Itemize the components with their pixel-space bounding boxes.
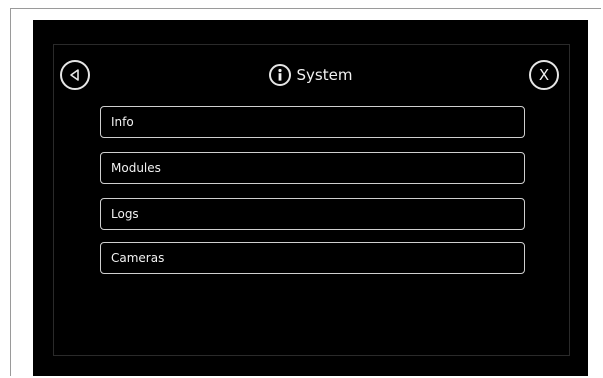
page-title: System xyxy=(296,66,353,84)
menu-item-info[interactable]: Info xyxy=(100,106,525,138)
device-screen: System X Info Modules Logs Cameras xyxy=(33,20,588,376)
menu-item-label: Cameras xyxy=(111,251,165,265)
page-header: System xyxy=(33,62,588,88)
info-icon xyxy=(268,64,291,86)
menu-item-label: Logs xyxy=(111,207,139,221)
menu-item-logs[interactable]: Logs xyxy=(100,198,525,230)
menu-item-modules[interactable]: Modules xyxy=(100,152,525,184)
menu-item-label: Info xyxy=(111,115,134,129)
menu-item-label: Modules xyxy=(111,161,161,175)
close-button[interactable]: X xyxy=(529,60,559,90)
close-label: X xyxy=(538,65,550,84)
menu-item-cameras[interactable]: Cameras xyxy=(100,242,525,274)
